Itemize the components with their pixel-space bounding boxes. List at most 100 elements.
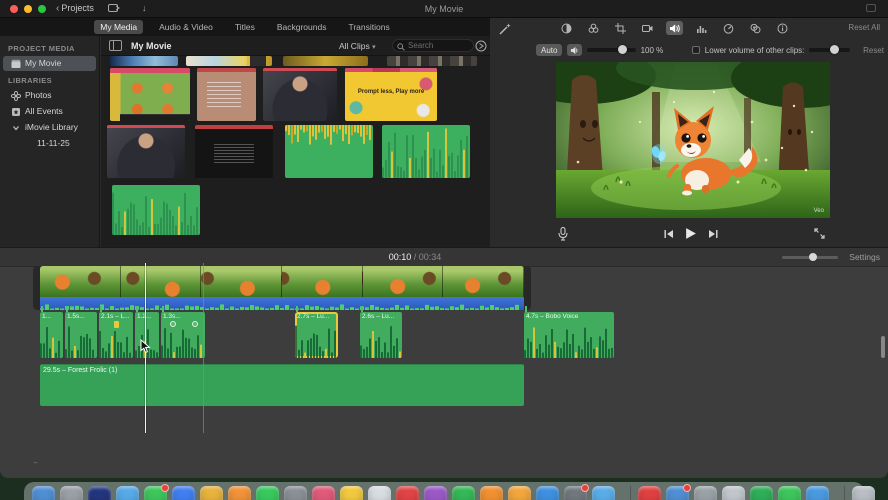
sound-clip-2-7s-lu[interactable]: 2.7s – Lu... <box>295 312 338 358</box>
dock-app-icon[interactable] <box>638 486 661 500</box>
media-thumbnail-audio-spiky[interactable] <box>382 125 470 178</box>
dock-app-icon[interactable] <box>694 486 717 500</box>
voiceover-mic-icon[interactable] <box>558 227 568 241</box>
fade-handle[interactable] <box>169 321 176 327</box>
speed-icon[interactable] <box>720 21 737 35</box>
skip-forward-icon[interactable] <box>708 229 718 239</box>
media-thumbnail-audio-wave[interactable] <box>112 185 200 235</box>
lower-volume-slider[interactable] <box>809 45 851 54</box>
dock-app-icon[interactable] <box>340 486 363 500</box>
enhance-wand-icon[interactable] <box>498 22 512 36</box>
dock-app-icon[interactable] <box>60 486 83 500</box>
clip-edge-handle-left[interactable] <box>33 266 40 310</box>
dock-app-icon[interactable] <box>116 486 139 500</box>
tab-audio-video[interactable]: Audio & Video <box>153 20 219 34</box>
sidebar-item-11-11-25[interactable]: 11-11-25 <box>3 136 96 151</box>
tab-transitions[interactable]: Transitions <box>342 20 395 34</box>
advance-circle-arrow-icon[interactable] <box>475 39 487 52</box>
dock-app-icon[interactable] <box>200 486 223 500</box>
dock-app-icon[interactable] <box>536 486 559 500</box>
dock-app-icon[interactable] <box>256 486 279 500</box>
timeline-scrollbar[interactable] <box>881 336 885 358</box>
volume-slider[interactable] <box>587 45 636 54</box>
dock-app-icon[interactable] <box>666 484 691 500</box>
dock-app-icon[interactable] <box>480 486 503 500</box>
tab-titles[interactable]: Titles <box>229 20 261 34</box>
dock-app-icon[interactable] <box>424 486 447 500</box>
dock-app-icon[interactable] <box>722 486 745 500</box>
timeline-settings-button[interactable]: Settings <box>849 252 880 262</box>
sidebar-item-photos[interactable]: Photos <box>3 88 96 103</box>
clip-strip-strip-cream[interactable] <box>186 56 272 66</box>
dock-app-icon[interactable] <box>564 484 589 500</box>
noise-reduction-icon[interactable] <box>693 21 710 35</box>
sound-clip-2-6s-lu[interactable]: 2.6s – Lu... <box>360 312 402 358</box>
window-action-icon[interactable] <box>866 4 876 12</box>
sound-clip-1-3s[interactable]: 1.3s... <box>161 312 205 358</box>
fade-handle[interactable] <box>191 321 198 327</box>
clip-strip-strip-olive[interactable] <box>283 56 368 66</box>
dock-app-icon[interactable] <box>508 486 531 500</box>
clip-strip-strip-blue[interactable] <box>110 56 178 66</box>
video-clip-filmstrip[interactable] <box>40 266 524 297</box>
media-thumbnail-promo[interactable]: Prompt less, Play more <box>345 68 437 121</box>
crop-icon[interactable] <box>612 21 629 35</box>
sidebar-item-my-movie[interactable]: My Movie <box>3 56 96 71</box>
lower-volume-checkbox[interactable] <box>692 46 700 54</box>
dock-app-icon[interactable] <box>592 486 615 500</box>
clip-filter-dropdown[interactable]: All Clips ▾ <box>339 41 376 51</box>
sound-clip-2-1s-l[interactable]: 2.1s – L... <box>99 312 133 358</box>
clip-edge-handle-right[interactable] <box>524 266 531 310</box>
clip-strip-strip-photos[interactable] <box>387 56 477 66</box>
reset-all-button[interactable]: Reset All <box>848 23 880 32</box>
media-thumbnail-editor[interactable] <box>110 68 190 121</box>
preview-video[interactable]: Veo <box>556 62 830 218</box>
color-wheels-icon[interactable] <box>747 21 764 35</box>
dock-app-icon[interactable] <box>172 486 195 500</box>
sidebar-item-all-events[interactable]: All Events <box>3 104 96 119</box>
color-balance-icon[interactable] <box>558 21 575 35</box>
auto-volume-button[interactable]: Auto <box>536 44 563 56</box>
dock-app-icon[interactable] <box>312 486 335 500</box>
media-thumbnail-terminal[interactable] <box>195 125 273 178</box>
tab-my-media[interactable]: My Media <box>94 20 144 34</box>
timeline-zoom-knob[interactable] <box>808 253 817 261</box>
dock-app-icon[interactable] <box>750 486 773 500</box>
mute-button[interactable] <box>567 44 583 56</box>
video-audio-track[interactable] <box>40 297 524 310</box>
sidebar-toggle-icon[interactable] <box>109 40 122 51</box>
background-music-clip[interactable]: 29.5s – Forest Frolic (1) <box>40 364 524 406</box>
volume-slider-knob[interactable] <box>618 45 628 54</box>
media-thumbnail-audio-top[interactable] <box>285 125 373 178</box>
dock-app-icon[interactable] <box>396 486 419 500</box>
skip-back-icon[interactable] <box>664 229 674 239</box>
media-thumbnail-slide[interactable] <box>197 68 256 121</box>
lower-volume-slider-knob[interactable] <box>829 45 839 54</box>
dock-app-icon[interactable] <box>778 486 801 500</box>
dock-app-icon[interactable] <box>368 486 391 500</box>
play-button[interactable] <box>684 227 697 240</box>
search-input[interactable] <box>408 40 470 51</box>
sidebar-item-imovie-library[interactable]: iMovie Library <box>3 120 96 135</box>
dock-app-icon[interactable] <box>88 486 111 500</box>
sound-clip-4-7s-bobo-voice[interactable]: 4.7s – Bobo Voice <box>524 312 614 358</box>
dock-app-icon[interactable] <box>452 486 475 500</box>
dock-app-icon[interactable] <box>144 484 169 500</box>
stabilization-icon[interactable] <box>639 21 656 35</box>
info-icon[interactable] <box>774 21 791 35</box>
fullscreen-icon[interactable] <box>814 228 825 239</box>
volume-icon[interactable] <box>666 21 683 35</box>
dock-app-icon[interactable] <box>806 486 829 500</box>
reset-button[interactable]: Reset <box>863 46 884 55</box>
tab-backgrounds[interactable]: Backgrounds <box>271 20 333 34</box>
sound-clip-1[interactable]: 1... <box>40 312 63 358</box>
dock-app-icon[interactable] <box>228 486 251 500</box>
dock-app-icon[interactable] <box>284 486 307 500</box>
media-thumbnail-person2[interactable] <box>107 125 185 178</box>
sound-clip-1-5s[interactable]: 1.5s... <box>65 312 97 358</box>
timeline-zoom-slider[interactable] <box>782 253 838 261</box>
dock-app-icon[interactable] <box>852 486 875 500</box>
color-correction-icon[interactable] <box>585 21 602 35</box>
dock-app-icon[interactable] <box>32 486 55 500</box>
media-thumbnail-person[interactable] <box>263 68 337 121</box>
